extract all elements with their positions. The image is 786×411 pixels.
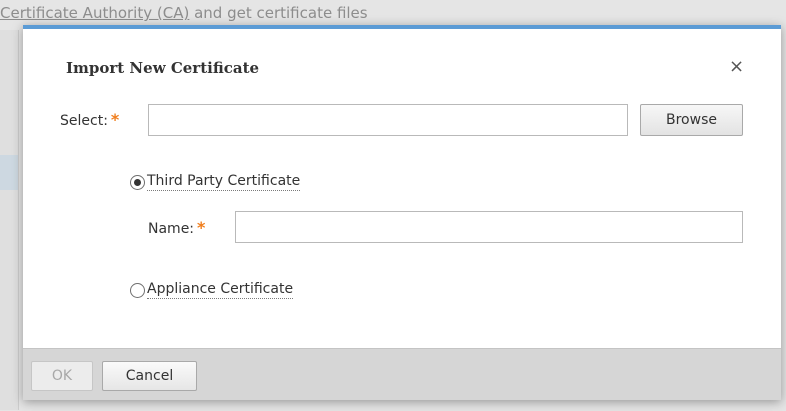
select-label: Select: (60, 113, 108, 129)
close-icon[interactable]: × (729, 56, 744, 77)
dialog-title: Import New Certificate (66, 59, 260, 77)
cancel-button[interactable]: Cancel (102, 361, 197, 391)
name-label: Name: (148, 221, 195, 237)
third-party-certificate-option[interactable]: Third Party Certificate (130, 173, 301, 191)
select-label-group: Select: * (60, 110, 119, 129)
name-input[interactable] (235, 211, 743, 243)
import-certificate-dialog: Import New Certificate × Select: * Browse… (23, 25, 781, 400)
select-file-input[interactable] (148, 104, 628, 136)
third-party-label[interactable]: Third Party Certificate (147, 173, 301, 191)
appliance-label[interactable]: Appliance Certificate (147, 281, 294, 299)
third-party-radio[interactable] (130, 174, 145, 190)
appliance-radio[interactable] (130, 282, 145, 298)
select-required-marker: * (110, 110, 120, 129)
name-required-marker: * (197, 218, 206, 237)
name-label-group: Name: * (148, 218, 205, 237)
ok-button[interactable]: OK (31, 361, 93, 391)
dialog-footer: OK Cancel (23, 348, 781, 400)
browse-button[interactable]: Browse (640, 104, 743, 136)
appliance-certificate-option[interactable]: Appliance Certificate (130, 281, 294, 299)
